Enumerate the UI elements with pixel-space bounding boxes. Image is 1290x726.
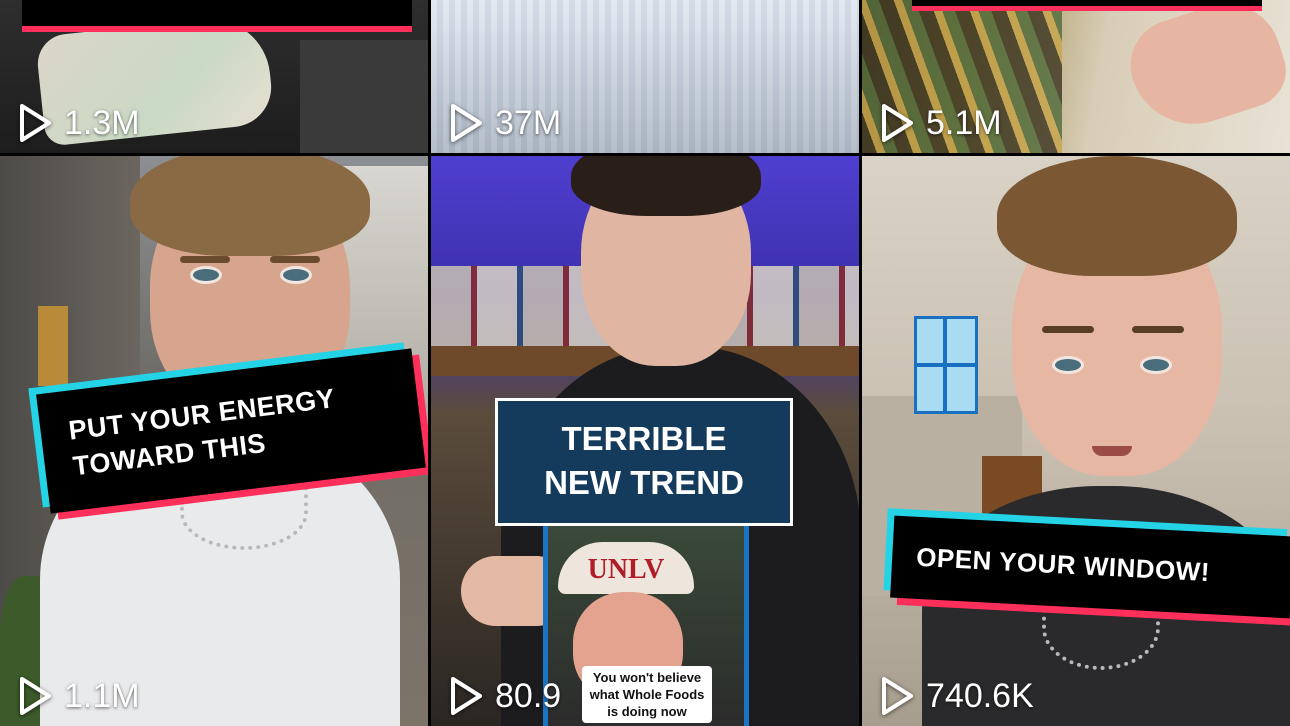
unlv-hat: UNLV bbox=[558, 542, 694, 594]
play-icon bbox=[451, 104, 482, 142]
view-count: 80.9 bbox=[449, 676, 561, 716]
hand bbox=[1118, 0, 1290, 141]
caption-sticker-partial bbox=[912, 0, 1262, 6]
window-sticker bbox=[914, 316, 978, 414]
hat-text: UNLV bbox=[587, 554, 665, 585]
view-count: 740.6K bbox=[880, 676, 1034, 716]
hair bbox=[997, 156, 1237, 276]
play-icon bbox=[882, 677, 913, 715]
view-count-text: 37M bbox=[495, 103, 562, 142]
play-icon bbox=[882, 104, 913, 142]
video-tile-1[interactable]: 1.3M bbox=[0, 0, 428, 153]
view-count: 1.3M bbox=[18, 103, 140, 143]
video-tile-3[interactable]: 5.1M bbox=[862, 0, 1290, 153]
inset-subtitle: You won't believe what Whole Foods is do… bbox=[582, 666, 712, 723]
view-count-text: 1.1M bbox=[64, 676, 140, 715]
video-grid: 1.3M 37M 5.1M PUT YOUR ENERGY TOWARD THI… bbox=[0, 0, 1290, 726]
banner-line-1: TERRIBLE bbox=[561, 420, 727, 457]
video-tile-6[interactable]: OPEN YOUR WINDOW! 740.6K bbox=[862, 156, 1290, 726]
caption-sticker-partial bbox=[22, 0, 412, 26]
door bbox=[38, 306, 68, 386]
video-tile-4[interactable]: PUT YOUR ENERGY TOWARD THIS 1.1M bbox=[0, 156, 428, 726]
play-icon bbox=[20, 677, 51, 715]
view-count-text: 5.1M bbox=[926, 103, 1002, 142]
hair bbox=[571, 156, 761, 216]
video-tile-2[interactable]: 37M bbox=[431, 0, 859, 153]
trend-banner: TERRIBLE NEW TREND bbox=[495, 398, 793, 526]
banner-line-2: NEW TREND bbox=[544, 464, 744, 501]
video-tile-5[interactable]: TERRIBLE NEW TREND UNLV You won't believ… bbox=[431, 156, 859, 726]
view-count: 1.1M bbox=[18, 676, 140, 716]
hair bbox=[130, 156, 370, 256]
view-count: 5.1M bbox=[880, 103, 1002, 143]
play-icon bbox=[451, 677, 482, 715]
caption-line-1: OPEN YOUR WINDOW! bbox=[915, 541, 1211, 588]
play-icon bbox=[20, 104, 51, 142]
view-count-text: 80.9 bbox=[495, 676, 562, 715]
view-count: 37M bbox=[449, 103, 561, 143]
view-count-text: 740.6K bbox=[926, 676, 1034, 715]
inset-video: UNLV You won't believe what Whole Foods … bbox=[543, 524, 749, 726]
video-thumbnail bbox=[862, 156, 1290, 726]
view-count-text: 1.3M bbox=[64, 103, 140, 142]
